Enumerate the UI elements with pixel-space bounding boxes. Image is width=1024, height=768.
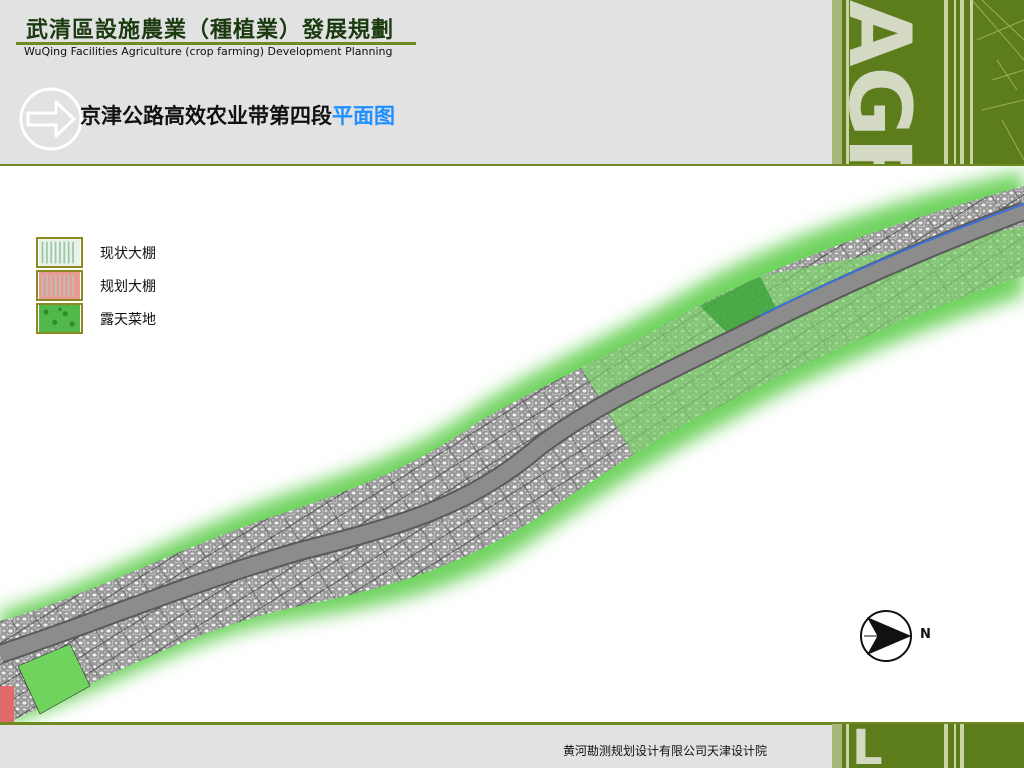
brand-panel-bottom: L	[832, 724, 1024, 768]
page-title: 京津公路高效农业带第四段平面图	[80, 100, 395, 130]
organization-name: 黄河勘测规划设计有限公司天津设计院	[563, 744, 768, 758]
brand-graphic-bottom: L	[832, 724, 1024, 768]
planned-greenhouse-strip	[0, 686, 14, 724]
page-title-main: 京津公路高效农业带第四段	[80, 104, 332, 128]
brand-graphic: AGR	[832, 0, 1024, 164]
project-title-english: WuQing Facilities Agriculture (crop farm…	[24, 45, 393, 58]
page-title-highlight: 平面图	[332, 104, 395, 128]
brand-panel: AGR	[832, 0, 1024, 164]
project-title-chinese: 武清區設施農業（種植業）發展規劃	[26, 17, 395, 43]
legend-label: 露天菜地	[100, 312, 156, 328]
north-label: N	[920, 627, 931, 642]
brand-letters-text: AGR	[832, 0, 929, 164]
north-arrow-icon	[860, 610, 912, 662]
existing-greenhouse-swatch-icon	[36, 237, 83, 268]
arrow-circle-icon	[19, 87, 83, 151]
legend-label: 规划大棚	[100, 279, 156, 295]
legend-label: 现状大棚	[100, 246, 156, 262]
brand-letter-bottom: L	[852, 724, 883, 768]
open-field-swatch-icon	[36, 303, 83, 334]
planned-greenhouse-swatch-icon	[36, 270, 83, 301]
